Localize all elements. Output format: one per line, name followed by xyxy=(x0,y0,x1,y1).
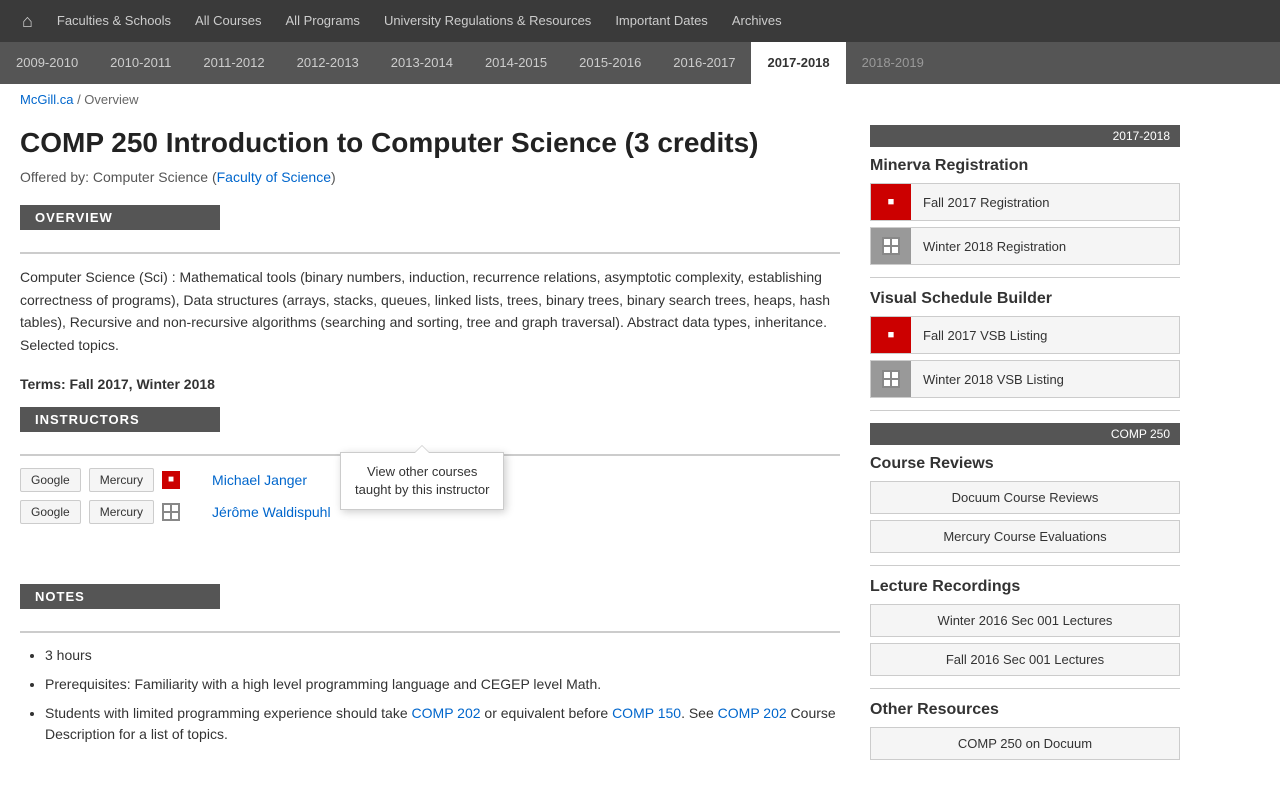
fall-reg-label: Fall 2017 Registration xyxy=(911,195,1179,210)
winter-2018-registration-btn[interactable]: Winter 2018 Registration xyxy=(870,227,1180,265)
year-2015-2016[interactable]: 2015-2016 xyxy=(563,42,657,84)
instructors-header: INSTRUCTORS xyxy=(20,407,220,432)
comp202-link-2[interactable]: COMP 202 xyxy=(718,705,787,721)
winter-reg-label: Winter 2018 Registration xyxy=(911,239,1179,254)
instructor-1-mercury-btn[interactable]: Mercury xyxy=(89,468,154,492)
winter-vsb-grid-icon xyxy=(871,361,911,397)
fall-2017-vsb-btn[interactable]: ■ Fall 2017 VSB Listing xyxy=(870,316,1180,354)
sidebar-right: 2017-2018 Minerva Registration ■ Fall 20… xyxy=(870,115,1180,766)
year-2009-2010[interactable]: 2009-2010 xyxy=(0,42,94,84)
year-2014-2015[interactable]: 2014-2015 xyxy=(469,42,563,84)
sidebar-year-badge: 2017-2018 xyxy=(870,125,1180,147)
winter-2018-vsb-btn[interactable]: Winter 2018 VSB Listing xyxy=(870,360,1180,398)
comp250-docuum-btn[interactable]: COMP 250 on Docuum xyxy=(870,727,1180,760)
winter-reg-grid-icon xyxy=(871,228,911,264)
breadcrumb-site[interactable]: McGill.ca xyxy=(20,92,73,107)
note-2: Prerequisites: Familiarity with a high l… xyxy=(45,674,840,695)
faculty-link[interactable]: Faculty of Science xyxy=(217,169,331,185)
comp150-link[interactable]: COMP 150 xyxy=(612,705,681,721)
minerva-title: Minerva Registration xyxy=(870,157,1180,175)
overview-text: Computer Science (Sci) : Mathematical to… xyxy=(20,266,840,356)
main-container: COMP 250 Introduction to Computer Scienc… xyxy=(0,115,1280,766)
winter-vsb-label: Winter 2018 VSB Listing xyxy=(911,372,1179,387)
nav-all-programs[interactable]: All Programs xyxy=(274,0,372,42)
instructor-1-google-btn[interactable]: Google xyxy=(20,468,81,492)
top-nav: ⌂ Faculties & Schools All Courses All Pr… xyxy=(0,0,1280,42)
content-left: COMP 250 Introduction to Computer Scienc… xyxy=(20,115,840,766)
nav-all-courses[interactable]: All Courses xyxy=(183,0,273,42)
fall-2017-registration-btn[interactable]: ■ Fall 2017 Registration xyxy=(870,183,1180,221)
year-2013-2014[interactable]: 2013-2014 xyxy=(375,42,469,84)
docuum-reviews-btn[interactable]: Docuum Course Reviews xyxy=(870,481,1180,514)
note-3: Students with limited programming experi… xyxy=(45,703,840,745)
instructor-tooltip: View other courses taught by this instru… xyxy=(340,452,504,510)
instructor-2-link[interactable]: Jérôme Waldispuhl xyxy=(212,504,331,520)
nav-faculties[interactable]: Faculties & Schools xyxy=(45,0,183,42)
notes-list: 3 hours Prerequisites: Familiarity with … xyxy=(20,645,840,745)
overview-header: OVERVIEW xyxy=(20,205,220,230)
home-icon[interactable]: ⌂ xyxy=(10,11,45,32)
comp202-link-1[interactable]: COMP 202 xyxy=(412,705,481,721)
fall-reg-red-icon: ■ xyxy=(871,184,911,220)
breadcrumb-page: Overview xyxy=(84,92,138,107)
instructor-2-mercury-btn[interactable]: Mercury xyxy=(89,500,154,524)
terms: Terms: Fall 2017, Winter 2018 xyxy=(20,376,840,392)
year-2010-2011[interactable]: 2010-2011 xyxy=(94,42,187,84)
note-1: 3 hours xyxy=(45,645,840,666)
course-title: COMP 250 Introduction to Computer Scienc… xyxy=(20,125,840,161)
instructor-1-red-icon: ■ xyxy=(162,471,180,489)
fall-2016-lectures-btn[interactable]: Fall 2016 Sec 001 Lectures xyxy=(870,643,1180,676)
overview-section: OVERVIEW Computer Science (Sci) : Mathem… xyxy=(20,205,840,356)
vsb-title: Visual Schedule Builder xyxy=(870,290,1180,308)
year-2012-2013[interactable]: 2012-2013 xyxy=(281,42,375,84)
nav-regulations[interactable]: University Regulations & Resources xyxy=(372,0,603,42)
year-2011-2012[interactable]: 2011-2012 xyxy=(187,42,280,84)
nav-important-dates[interactable]: Important Dates xyxy=(603,0,720,42)
lecture-title: Lecture Recordings xyxy=(870,578,1180,596)
breadcrumb-separator: / xyxy=(73,92,84,107)
year-2017-2018[interactable]: 2017-2018 xyxy=(751,42,845,84)
year-nav: 2009-2010 2010-2011 2011-2012 2012-2013 … xyxy=(0,42,1280,84)
other-resources-title: Other Resources xyxy=(870,701,1180,719)
year-2016-2017[interactable]: 2016-2017 xyxy=(657,42,751,84)
notes-section: NOTES 3 hours Prerequisites: Familiarity… xyxy=(20,584,840,745)
instructor-2-google-btn[interactable]: Google xyxy=(20,500,81,524)
year-2018-2019[interactable]: 2018-2019 xyxy=(846,42,940,84)
breadcrumb: McGill.ca / Overview xyxy=(0,84,1280,115)
notes-header: NOTES xyxy=(20,584,220,609)
offered-by: Offered by: Computer Science (Faculty of… xyxy=(20,169,840,185)
mercury-evaluations-btn[interactable]: Mercury Course Evaluations xyxy=(870,520,1180,553)
course-badge: COMP 250 xyxy=(870,423,1180,445)
winter-2016-lectures-btn[interactable]: Winter 2016 Sec 001 Lectures xyxy=(870,604,1180,637)
fall-vsb-red-icon: ■ xyxy=(871,317,911,353)
nav-archives[interactable]: Archives xyxy=(720,0,794,42)
instructor-1-link[interactable]: Michael Janger xyxy=(212,472,307,488)
fall-vsb-label: Fall 2017 VSB Listing xyxy=(911,328,1179,343)
instructor-2-grid-icon xyxy=(162,503,180,521)
reviews-title: Course Reviews xyxy=(870,455,1180,473)
instructors-section: INSTRUCTORS Google Mercury ■ Michael Jan… xyxy=(20,407,840,524)
